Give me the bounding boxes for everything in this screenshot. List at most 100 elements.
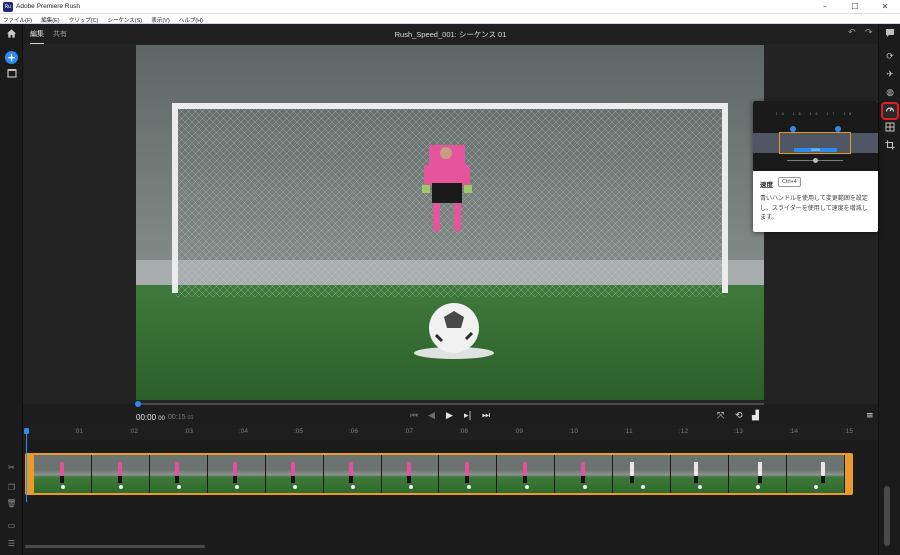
thumbnail-figure (580, 462, 585, 476)
thumbnail-figure (522, 476, 527, 483)
thumbnail-figure (175, 462, 180, 476)
tooltip-speed-bar: 100% (794, 148, 837, 152)
thumbnail-figure (175, 476, 180, 483)
loop-icon[interactable]: ⟲ (735, 411, 743, 421)
clip-thumbnail (149, 455, 208, 493)
clip-thumbnail (265, 455, 324, 493)
thumbnail-figure (59, 476, 64, 483)
crop-icon[interactable] (883, 140, 897, 154)
total-frames: 01 (187, 415, 194, 421)
thumbnail-figure (61, 485, 66, 489)
thumbnail-figure (524, 485, 529, 489)
thumbnail-figure (630, 476, 635, 483)
thumbnail-figure (408, 485, 413, 489)
ruler-tick: :04 (239, 428, 249, 435)
thumbnail-figure (117, 462, 122, 476)
thumbnail-figure (349, 476, 354, 483)
tooltip-shortcut: Ctrl+4 (778, 177, 801, 187)
video-preview[interactable] (136, 45, 764, 400)
ruler-tick: :05 (294, 428, 304, 435)
thumbnail-figure (693, 462, 698, 476)
go-to-end-icon[interactable]: ⏭ (482, 411, 490, 421)
clip-thumbnail (555, 455, 614, 493)
speed-preview-image: 14 15 16 17 18 100% (753, 101, 878, 171)
thumbnail-figure (119, 485, 124, 489)
thumbnail-figure (291, 462, 296, 476)
total-time: 00:15 (168, 414, 186, 421)
ruler-tick: :10 (569, 428, 579, 435)
clip-thumbnail (613, 455, 672, 493)
step-forward-icon[interactable]: ▸| (464, 411, 472, 421)
timeline-ruler[interactable]: :01 :02 :03 :04 :05 :06 :07 :08 :09 :10 … (23, 425, 878, 441)
ruler-tick: :11 (624, 428, 633, 435)
tooltip-slider-knob (813, 158, 818, 163)
current-frames: 00 (158, 416, 165, 422)
current-timecode: 00:00 00 (136, 413, 165, 422)
thumbnail-figure (756, 485, 761, 489)
ruler-tick: :12 (679, 428, 689, 435)
left-toolbar: + (0, 24, 23, 555)
step-back-icon[interactable]: ◀ (428, 411, 435, 421)
speed-icon[interactable] (881, 102, 899, 120)
close-button[interactable]: ✕ (870, 0, 900, 14)
play-icon[interactable]: ▶ (446, 411, 453, 421)
minimize-button[interactable]: – (810, 0, 840, 14)
undo-icon[interactable]: ↶ (848, 28, 856, 38)
clip-thumbnail (671, 455, 730, 493)
scrubber-handle[interactable] (135, 401, 141, 407)
ruler-tick: :01 (74, 428, 84, 435)
delete-icon[interactable]: 🗑 (5, 498, 18, 510)
titles-icon[interactable]: ⟳ (883, 50, 897, 64)
clip-thumbnail (381, 455, 440, 493)
thumbnail-figure (293, 485, 297, 489)
preview-scrubber[interactable] (136, 403, 764, 405)
go-to-start-icon[interactable]: ⏮ (410, 411, 418, 421)
thumbnail-figure (59, 462, 64, 476)
thumbnail-figure (350, 485, 355, 489)
thumbnail-figure (233, 476, 238, 483)
tracks-list-icon[interactable]: ☰ (5, 538, 18, 550)
thumbnail-figure (177, 485, 182, 489)
thumbnail-figure (465, 476, 470, 483)
media-icon[interactable] (5, 68, 18, 81)
scissors-icon[interactable]: ✂ (5, 462, 18, 474)
color-icon[interactable]: ◍ (883, 86, 897, 100)
redo-icon[interactable]: ↷ (865, 28, 873, 38)
thumbnail-figure (117, 476, 122, 483)
fit-icon[interactable]: ⤧ (717, 411, 724, 421)
duplicate-icon[interactable]: ❐ (5, 482, 18, 494)
thumbnail-figure (640, 485, 645, 489)
ruler-tick: :03 (184, 428, 194, 435)
home-icon[interactable] (5, 28, 18, 41)
audio-icon[interactable] (883, 122, 897, 136)
track-icon[interactable]: ▭ (5, 520, 18, 532)
window-title: Adobe Premiere Rush (16, 3, 80, 10)
thumbnail-figure (233, 462, 238, 476)
thumbnail-figure (407, 462, 412, 476)
thumbnail-figure (821, 462, 826, 476)
timeline-toggle-icon[interactable]: ≡ (866, 411, 874, 421)
timeline-h-scrollbar[interactable] (25, 545, 205, 548)
transform-icon[interactable]: ✈ (883, 68, 897, 82)
tooltip-ruler-ticks: 14 15 16 17 18 (775, 112, 856, 116)
clip-thumbnail (91, 455, 150, 493)
tooltip-range-handle-right (835, 126, 841, 132)
resolution-icon[interactable]: ▟ (752, 411, 759, 421)
thumbnail-figure (698, 485, 703, 489)
current-time: 00:00 (136, 413, 157, 422)
maximize-button[interactable]: ☐ (840, 0, 870, 14)
thumbnail-figure (582, 485, 587, 489)
clip-thumbnail (34, 455, 92, 493)
ruler-tick: :02 (129, 428, 139, 435)
sequence-title: Rush_Speed_001: シーケンス 01 (394, 30, 507, 39)
thumbnail-figure (466, 485, 471, 489)
right-toolbar: ⟳ ✈ ◍ (878, 24, 900, 555)
add-icon[interactable]: + (5, 51, 18, 64)
video-frame-image (136, 45, 764, 400)
clip-thumbnail (323, 455, 382, 493)
ruler-tick: :06 (349, 428, 359, 435)
total-duration: 00:15 01 (168, 414, 194, 421)
clip-thumbnail (207, 455, 266, 493)
timeline-v-scrollbar[interactable] (884, 486, 890, 546)
comment-icon[interactable] (883, 28, 897, 42)
